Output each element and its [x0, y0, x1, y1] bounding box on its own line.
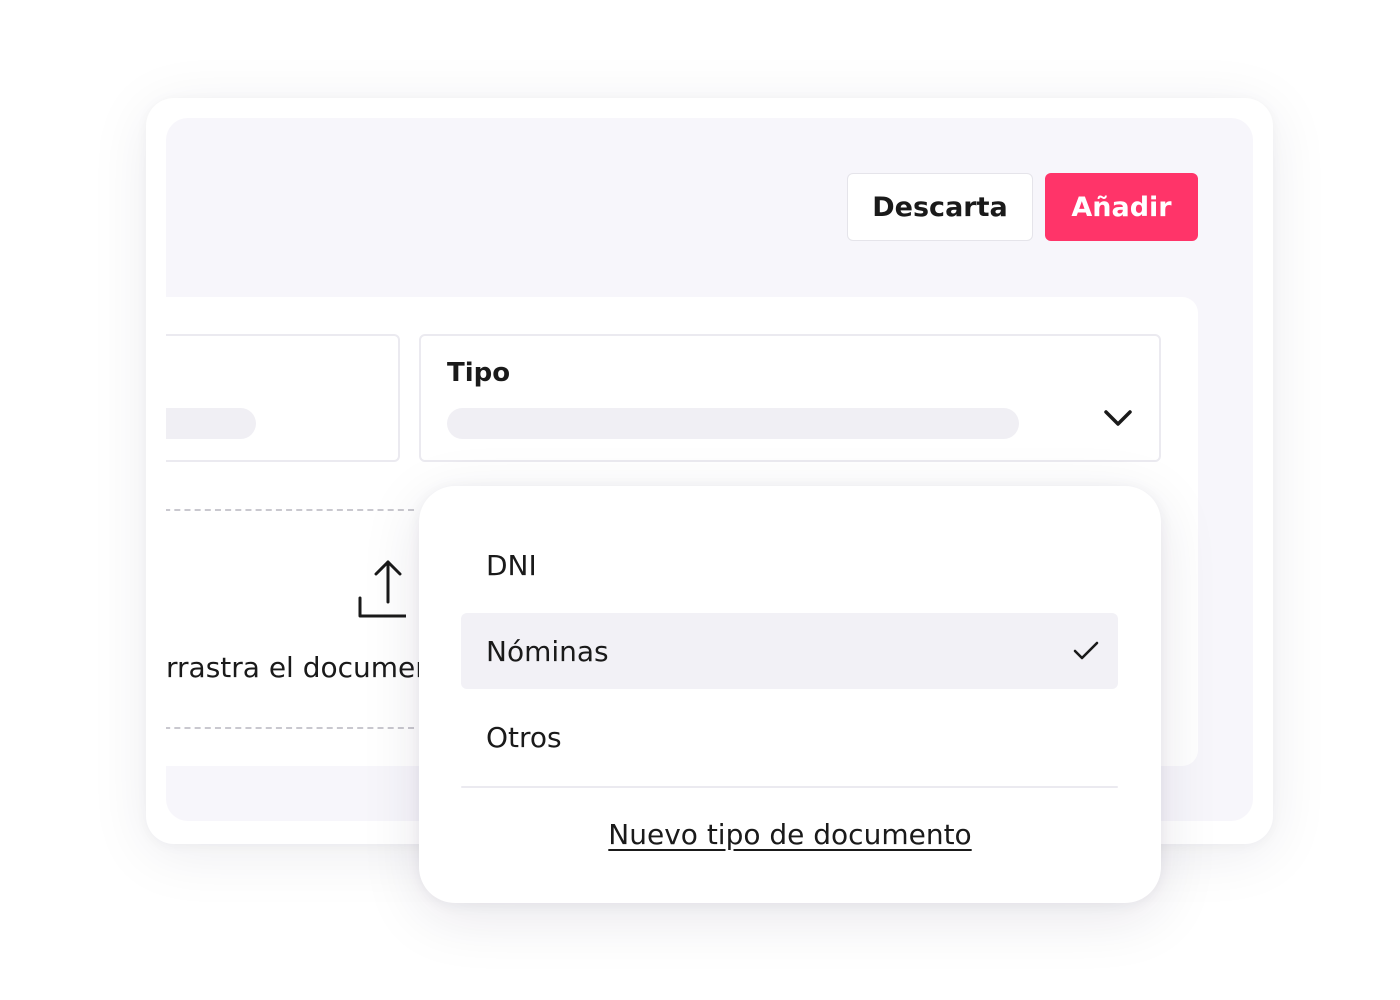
- option-label: Otros: [486, 720, 562, 754]
- tipo-select[interactable]: Tipo: [419, 334, 1161, 462]
- new-document-type-link[interactable]: Nuevo tipo de documento: [419, 818, 1161, 851]
- tipo-value-placeholder-bar: [447, 408, 1019, 439]
- check-icon: [1073, 641, 1099, 660]
- dropdown-option-otros[interactable]: Otros: [461, 699, 1118, 775]
- add-button[interactable]: Añadir: [1045, 173, 1198, 241]
- tipo-label: Tipo: [447, 358, 511, 388]
- dropdown-option-dni[interactable]: DNI: [461, 527, 1118, 603]
- upload-dropzone[interactable]: rrastra el documento: [166, 297, 419, 766]
- option-label: Nóminas: [486, 634, 609, 668]
- option-label: DNI: [486, 548, 537, 582]
- drag-document-text: rrastra el documento: [166, 651, 419, 684]
- dropzone-top-border: [166, 509, 414, 511]
- dropdown-divider: [461, 786, 1118, 788]
- tipo-dropdown-menu: DNI Nóminas Otros Nuevo tipo de document…: [419, 486, 1161, 903]
- chevron-down-icon[interactable]: [1101, 401, 1135, 435]
- upload-icon: [358, 560, 406, 618]
- dropzone-bottom-border: [166, 727, 414, 729]
- dropdown-option-nominas[interactable]: Nóminas: [461, 613, 1118, 689]
- discard-button[interactable]: Descarta: [847, 173, 1033, 241]
